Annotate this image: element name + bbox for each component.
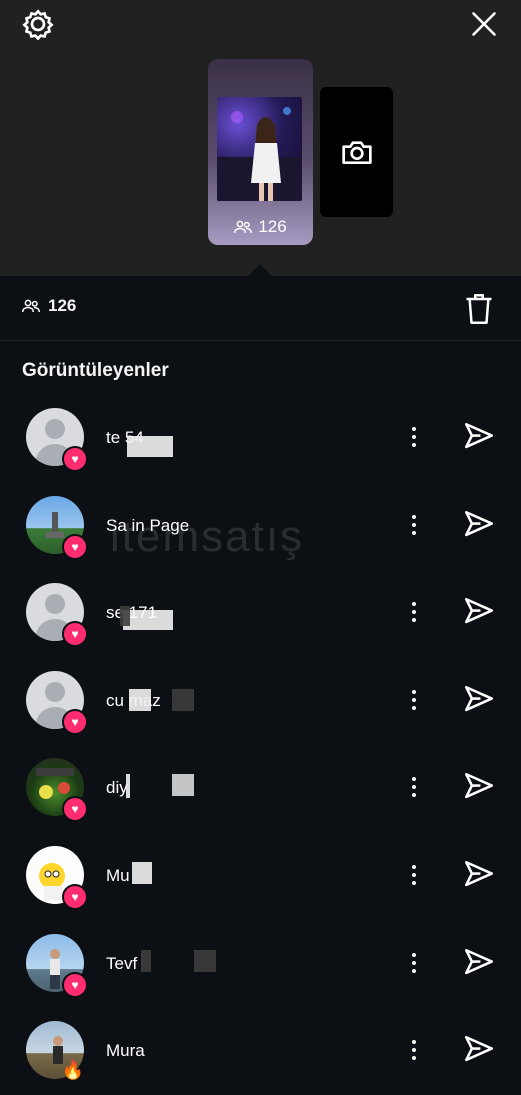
viewer-list: ♥ te 54 ♥ Sa in Page ♥ se 171 ♥ cu maz [0, 394, 521, 1095]
redaction [172, 774, 194, 797]
viewer-row[interactable]: ♥ te 54 [0, 394, 521, 482]
selection-pointer [248, 264, 272, 276]
send-icon[interactable] [462, 683, 496, 717]
redaction [132, 861, 152, 884]
more-options-button[interactable] [402, 683, 426, 717]
send-icon[interactable] [462, 508, 496, 542]
redaction [127, 436, 173, 457]
people-icon [22, 299, 40, 313]
redaction [172, 688, 194, 711]
redaction [194, 949, 216, 972]
heart-badge-icon: ♥ [62, 883, 88, 910]
redaction [120, 606, 130, 627]
viewer-username[interactable]: se 171 [106, 603, 157, 623]
more-options-button[interactable] [402, 595, 426, 629]
delete-story-button[interactable] [464, 292, 494, 326]
viewer-row[interactable]: ♥ se 171 [0, 569, 521, 657]
heart-badge-icon: ♥ [62, 446, 88, 472]
heart-badge-icon: ♥ [62, 533, 88, 560]
viewer-row[interactable]: ♥ Mu [0, 832, 521, 920]
viewer-row[interactable]: ♥ cu maz [0, 657, 521, 745]
viewer-username[interactable]: Mura [106, 1041, 145, 1061]
more-options-button[interactable] [402, 420, 426, 454]
more-options-button[interactable] [402, 858, 426, 892]
send-icon[interactable] [462, 858, 496, 892]
send-icon[interactable] [462, 1033, 496, 1067]
send-icon[interactable] [462, 946, 496, 980]
viewer-username[interactable]: diy [106, 778, 128, 798]
viewers-heading: Görüntüleyenler [22, 360, 169, 381]
more-options-button[interactable] [402, 1033, 426, 1067]
send-icon[interactable] [462, 770, 496, 804]
viewer-row[interactable]: 🔥 Mura [0, 1007, 521, 1095]
send-icon[interactable] [462, 595, 496, 629]
trash-icon [466, 294, 492, 324]
viewer-row[interactable]: ♥ Tevf [0, 920, 521, 1008]
story-thumbnail [217, 97, 302, 201]
viewer-row[interactable]: ♥ Sa in Page [0, 482, 521, 630]
heart-badge-icon: ♥ [62, 796, 88, 823]
camera-icon [341, 141, 372, 164]
story-preview-area: 126 [0, 0, 521, 276]
redaction [126, 774, 130, 799]
send-icon[interactable] [462, 420, 496, 454]
viewers-count-value: 126 [48, 296, 77, 315]
viewer-username[interactable]: Sa in Page [106, 516, 189, 536]
gear-icon [22, 9, 54, 40]
more-options-button[interactable] [402, 508, 426, 542]
fire-badge-icon: 🔥 [61, 1059, 85, 1080]
story-viewer-count-value: 126 [258, 217, 287, 236]
viewer-username[interactable]: Mu [106, 866, 130, 886]
close-button[interactable] [466, 6, 502, 42]
redaction [129, 688, 151, 711]
redaction [141, 949, 151, 972]
viewers-count: 126 [22, 296, 76, 316]
settings-button[interactable] [20, 6, 56, 42]
more-options-button[interactable] [402, 946, 426, 980]
viewer-username[interactable]: Tevf [106, 954, 137, 974]
viewer-row[interactable]: ♥ diy [0, 744, 521, 832]
close-icon [472, 12, 496, 36]
story-card[interactable]: 126 [208, 59, 313, 245]
add-story-button[interactable] [320, 87, 393, 217]
heart-badge-icon: ♥ [62, 971, 88, 998]
more-options-button[interactable] [402, 770, 426, 804]
story-viewer-count: 126 [208, 217, 313, 237]
people-icon [234, 220, 253, 234]
stats-row: 126 [0, 276, 521, 341]
heart-badge-icon: ♥ [62, 621, 88, 648]
heart-badge-icon: ♥ [62, 708, 88, 735]
